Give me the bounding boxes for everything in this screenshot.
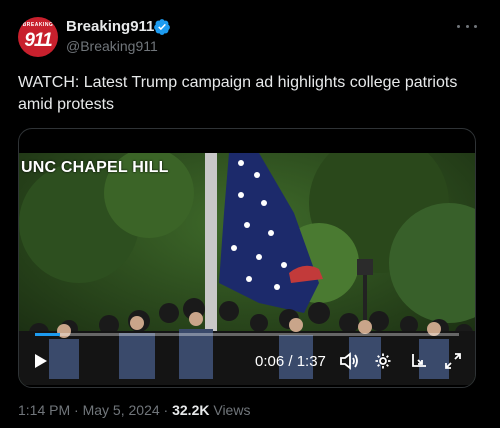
video-progress-fill [35,333,61,336]
video-time: 0:06 / 1:37 [255,353,326,370]
footer-separator: · [159,402,173,418]
fullscreen-icon[interactable] [443,351,463,371]
avatar[interactable]: BREAKING 911 [18,17,58,57]
footer-separator: · [70,402,83,418]
account-name[interactable]: Breaking911 [66,18,154,35]
volume-icon[interactable] [339,351,359,371]
avatar-label-small: BREAKING [22,22,54,28]
tweet-footer: 1:14 PM · May 5, 2024 · 32.2K Views [18,402,250,418]
tweet-text: WATCH: Latest Trump campaign ad highligh… [18,74,458,113]
video-caption: UNC CHAPEL HILL [21,159,169,176]
tweet-card: BREAKING 911 Breaking911 @Breaking911 WA… [0,0,500,428]
views-count: 32.2K [172,402,210,418]
picture-in-picture-icon[interactable] [409,351,429,371]
play-icon[interactable] [31,351,51,371]
verified-badge-icon [154,19,170,35]
tweet-date[interactable]: May 5, 2024 [83,402,160,418]
tweet-time[interactable]: 1:14 PM [18,402,70,418]
video-frame[interactable] [19,153,475,385]
avatar-label-big: 911 [24,30,52,51]
more-options-icon[interactable] [457,18,477,34]
account-handle[interactable]: @Breaking911 [66,38,158,54]
video-player[interactable]: UNC CHAPEL HILL 0:06 / 1:37 [18,128,476,388]
settings-gear-icon[interactable] [373,351,393,371]
video-progress-bar[interactable] [35,333,459,336]
views-label: Views [209,402,251,418]
